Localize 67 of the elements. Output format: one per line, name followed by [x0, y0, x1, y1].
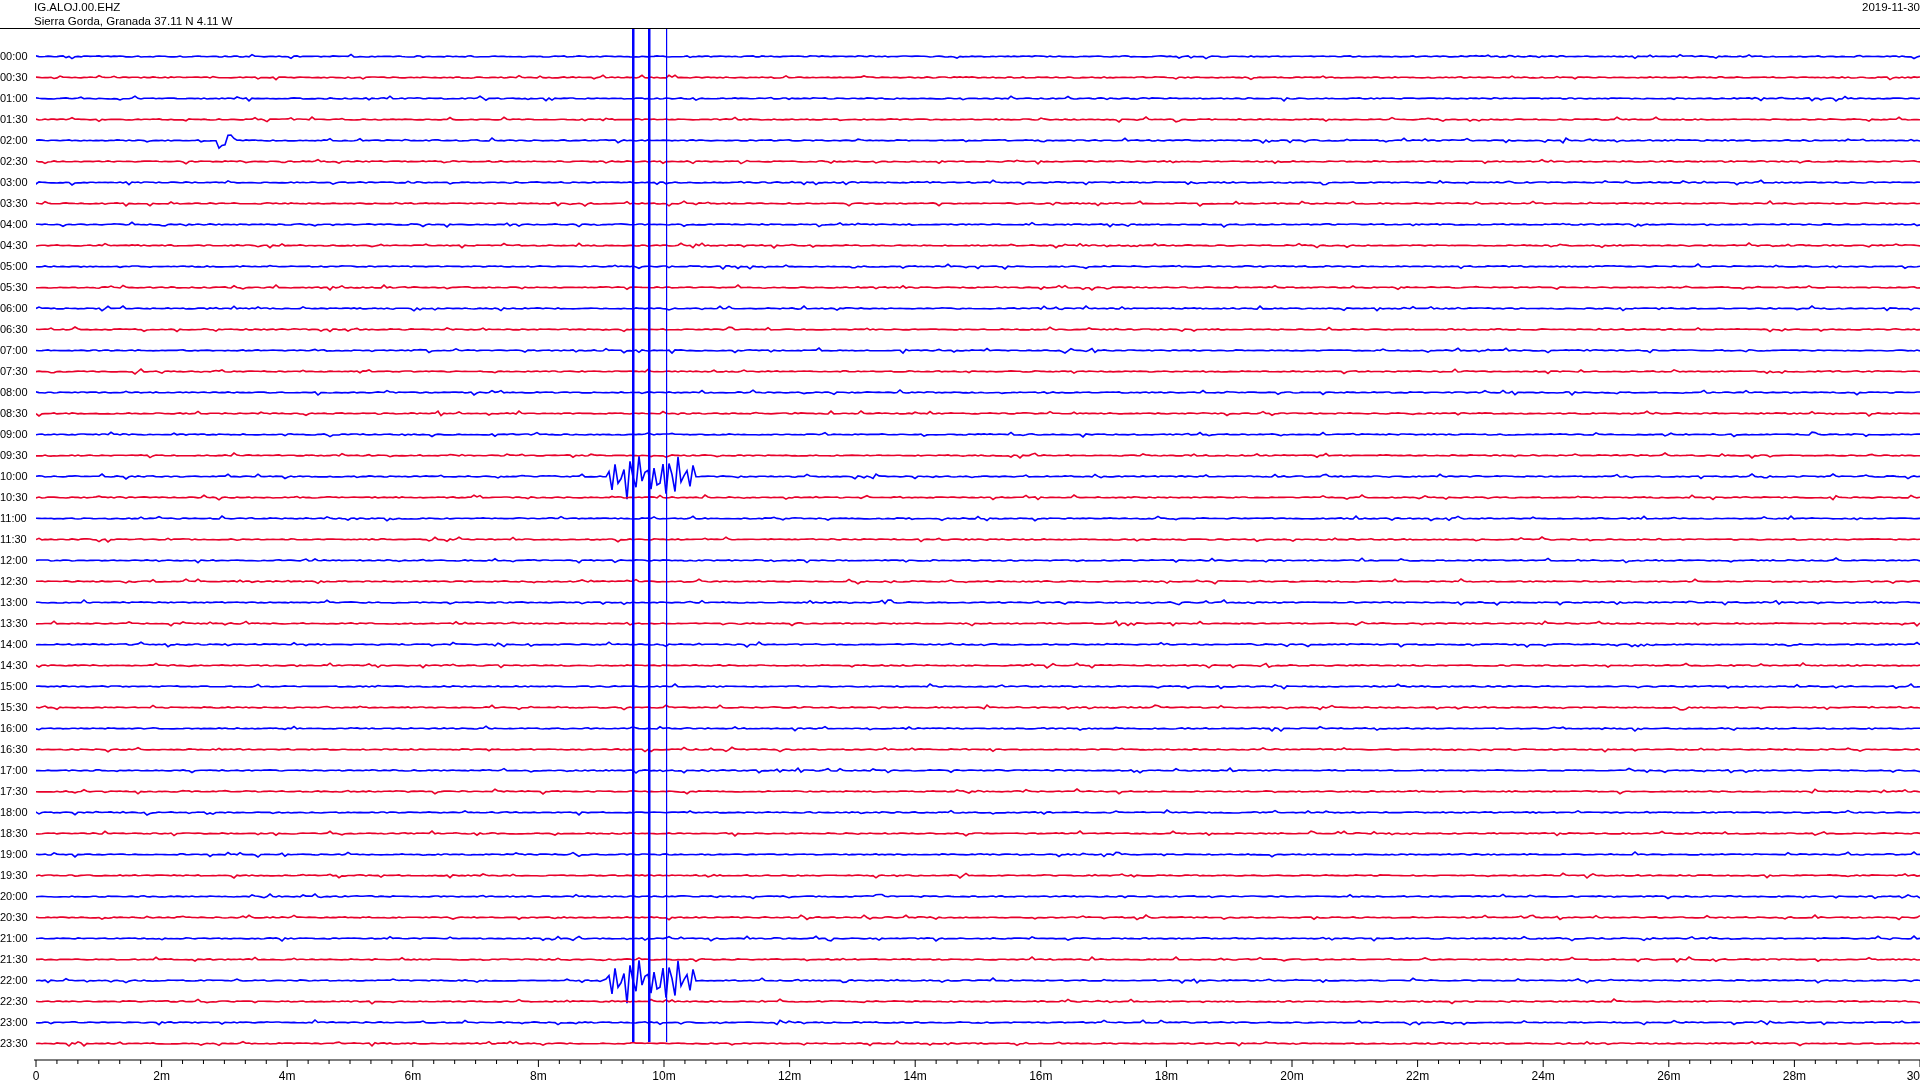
tick-label: 30: [1906, 1069, 1920, 1080]
time-label: 02:00: [0, 133, 29, 148]
time-label: 18:30: [0, 826, 29, 841]
time-label: 01:30: [0, 112, 29, 127]
tick-label: 2m: [153, 1069, 170, 1080]
tick-label: 0: [32, 1069, 40, 1080]
time-label: 18:00: [0, 805, 29, 820]
station-code: IG.ALOJ.00.EHZ: [34, 0, 122, 14]
time-label: 07:30: [0, 364, 29, 379]
time-label: 11:00: [0, 511, 28, 526]
time-label: 20:00: [0, 889, 29, 904]
time-label: 01:00: [0, 91, 29, 106]
time-label: 15:30: [0, 700, 29, 715]
time-label: 08:30: [0, 406, 29, 421]
time-label: 00:30: [0, 70, 29, 85]
time-label: 19:30: [0, 868, 29, 883]
time-label: 03:00: [0, 175, 29, 190]
tick-label: 6m: [404, 1069, 422, 1080]
time-label: 09:30: [0, 448, 29, 463]
time-label: 20:30: [0, 910, 29, 925]
time-label: 06:00: [0, 301, 29, 316]
time-label: 14:00: [0, 637, 29, 652]
time-label: 22:30: [0, 994, 29, 1009]
tick-label: 12m: [777, 1069, 802, 1080]
time-label: 05:00: [0, 259, 29, 274]
time-label: 13:00: [0, 595, 29, 610]
time-label: 21:30: [0, 952, 29, 967]
tick-label: 8m: [530, 1069, 547, 1080]
time-label: 09:00: [0, 427, 29, 442]
time-label: 10:00: [0, 469, 29, 484]
time-label: 13:30: [0, 616, 29, 631]
tick-label: 14m: [903, 1069, 927, 1080]
time-label: 22:00: [0, 973, 29, 988]
time-label: 16:30: [0, 742, 29, 757]
time-label: 23:00: [0, 1015, 29, 1030]
time-label: 17:30: [0, 784, 29, 799]
time-label: 06:30: [0, 322, 29, 337]
time-label: 08:00: [0, 385, 29, 400]
time-label: 02:30: [0, 154, 29, 169]
time-label: 03:30: [0, 196, 29, 211]
tick-label: 16m: [1029, 1069, 1053, 1080]
tick-label: 4m: [278, 1069, 296, 1080]
time-label: 04:00: [0, 217, 29, 232]
tick-label: 20m: [1280, 1069, 1304, 1080]
time-label: 11:30: [0, 532, 28, 547]
time-label: 16:00: [0, 721, 29, 736]
time-label: 19:00: [0, 847, 29, 862]
time-label: 12:00: [0, 553, 29, 568]
time-label: 23:30: [0, 1036, 29, 1051]
time-label: 12:30: [0, 574, 29, 589]
time-label: 17:00: [0, 763, 29, 778]
time-label: 00:00: [0, 49, 29, 64]
time-label: 04:30: [0, 238, 29, 253]
date-label: 2019-11-30: [1862, 0, 1920, 15]
time-label: 07:00: [0, 343, 29, 358]
tick-label: 26m: [1657, 1069, 1681, 1080]
tick-label: 10m: [652, 1069, 676, 1080]
tick-label: 24m: [1531, 1069, 1555, 1080]
time-label: 21:00: [0, 931, 29, 946]
station-location: Sierra Gorda, Granada 37.11 N 4.11 W: [34, 14, 233, 28]
time-label: 14:30: [0, 658, 29, 673]
time-label: 05:30: [0, 280, 29, 295]
tick-label: 22m: [1405, 1069, 1430, 1080]
tick-label: 18m: [1154, 1069, 1179, 1080]
time-label: 10:30: [0, 490, 29, 505]
time-label: 15:00: [0, 679, 29, 694]
tick-label: 28m: [1782, 1069, 1807, 1080]
